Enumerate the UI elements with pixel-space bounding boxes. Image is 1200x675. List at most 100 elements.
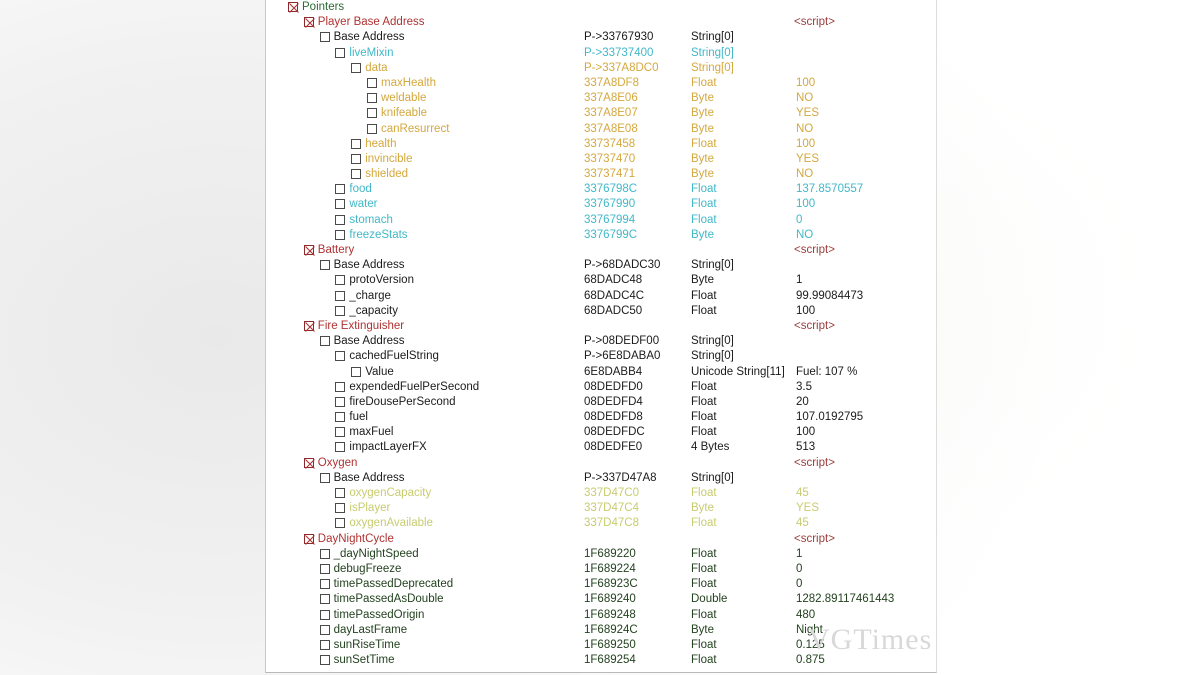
address-row[interactable]: Pointers <box>266 0 936 15</box>
checkbox-unchecked-icon[interactable] <box>335 290 346 301</box>
address-row[interactable]: timePassedDeprecated 1F68923C Float 0 <box>266 577 936 592</box>
checkbox-unchecked-icon[interactable] <box>319 548 330 559</box>
address-row[interactable]: sunSetTime 1F689254 Float 0.875 <box>266 653 936 668</box>
checkbox-unchecked-icon[interactable] <box>319 472 330 483</box>
row-value: 99.99084473 <box>796 289 864 302</box>
checkbox-unchecked-icon[interactable] <box>351 366 362 377</box>
checkbox-unchecked-icon[interactable] <box>335 518 346 529</box>
checkbox-unchecked-icon[interactable] <box>351 169 362 180</box>
row-type: Float <box>691 183 717 196</box>
address-row[interactable]: maxHealth 337A8DF8 Float 100 <box>266 76 936 91</box>
address-row[interactable]: timePassedAsDouble 1F689240 Double 1282.891… <box>266 592 936 607</box>
script-marker: <script> <box>794 456 835 469</box>
checkbox-unchecked-icon[interactable] <box>335 427 346 438</box>
address-row[interactable]: Base Address P->08DEDF00 String[0] <box>266 334 936 349</box>
row-address: P->337A8DC0 <box>584 61 659 74</box>
address-row[interactable]: Player Base Address <script> <box>266 15 936 30</box>
checkbox-unchecked-icon[interactable] <box>335 396 346 407</box>
address-row[interactable]: oxygenAvailable 337D47C8 Float 45 <box>266 516 936 531</box>
checkbox-unchecked-icon[interactable] <box>335 488 346 498</box>
row-type: 4 Bytes <box>691 441 730 454</box>
checkbox-unchecked-icon[interactable] <box>367 77 377 88</box>
address-row[interactable]: data P->337A8DC0 String[0] <box>266 61 936 76</box>
address-row[interactable]: maxFuel 08DEDFDC Float 100 <box>266 425 936 440</box>
address-row[interactable]: weldable 337A8E06 Byte NO <box>266 91 936 106</box>
checkbox-unchecked-icon[interactable] <box>319 594 330 605</box>
address-row[interactable]: Battery <script> <box>266 243 936 258</box>
checkbox-unchecked-icon[interactable] <box>351 138 362 149</box>
checkbox-unchecked-icon[interactable] <box>319 655 330 666</box>
address-row[interactable]: canResurrect 337A8E08 Byte NO <box>266 122 936 137</box>
checkbox-unchecked-icon[interactable] <box>335 199 346 210</box>
checkbox-checked-icon[interactable] <box>303 17 315 29</box>
address-row[interactable]: timePassedOrigin 1F689248 Float 480 <box>266 608 936 623</box>
address-row[interactable]: protoVersion 68DADC48 Byte 1 <box>266 273 936 288</box>
checkbox-unchecked-icon[interactable] <box>335 229 346 240</box>
address-row[interactable]: sunRiseTime 1F689250 Float 0.125 <box>266 638 936 653</box>
checkbox-unchecked-icon[interactable] <box>351 62 362 73</box>
row-label: Base Address <box>333 335 405 348</box>
row-value: NO <box>796 168 814 181</box>
address-row[interactable]: Value 6E8DABB4 Unicode String[11] Fuel: 107… <box>266 365 936 380</box>
checkbox-unchecked-icon[interactable] <box>319 260 330 271</box>
address-row[interactable]: Fire Extinguisher <script> <box>266 319 936 334</box>
row-label: timePassedAsDouble <box>333 593 444 606</box>
address-row[interactable]: oxygenCapacity 337D47C0 Float 45 <box>266 486 936 501</box>
checkbox-unchecked-icon[interactable] <box>335 412 346 423</box>
cheat-engine-address-list[interactable]: Pointers Player Base Address <script> Base … <box>265 0 937 673</box>
checkbox-unchecked-icon[interactable] <box>335 305 346 316</box>
address-row[interactable]: cachedFuelString P->6E8DABA0 String[0] <box>266 349 936 364</box>
address-row[interactable]: _charge 68DADC4C Float 99.99084473 <box>266 289 936 304</box>
row-type: Float <box>691 547 717 560</box>
address-row[interactable]: stomach 33767994 Float 0 <box>266 213 936 228</box>
address-row[interactable]: shielded 33737471 Byte NO <box>266 167 936 182</box>
address-row[interactable]: liveMixin P->33737400 String[0] <box>266 46 936 61</box>
address-row[interactable]: Base Address P->68DADC30 String[0] <box>266 258 936 273</box>
checkbox-unchecked-icon[interactable] <box>367 123 377 134</box>
checkbox-checked-icon[interactable] <box>303 320 315 332</box>
checkbox-unchecked-icon[interactable] <box>367 108 377 119</box>
address-row[interactable]: expendedFuelPerSecond 08DEDFD0 Float 3.5 <box>266 380 936 395</box>
checkbox-checked-icon[interactable] <box>303 457 315 469</box>
checkbox-unchecked-icon[interactable] <box>335 47 346 58</box>
checkbox-unchecked-icon[interactable] <box>335 503 346 514</box>
checkbox-unchecked-icon[interactable] <box>335 442 346 453</box>
checkbox-unchecked-icon[interactable] <box>335 184 346 195</box>
address-row[interactable]: _capacity 68DADC50 Float 100 <box>266 304 936 319</box>
checkbox-unchecked-icon[interactable] <box>319 563 330 574</box>
address-row[interactable]: Base Address P->33767930 String[0] <box>266 30 936 45</box>
row-address: 33737471 <box>584 168 636 181</box>
checkbox-unchecked-icon[interactable] <box>335 381 346 392</box>
address-row[interactable]: impactLayerFX 08DEDFE0 4 Bytes 513 <box>266 440 936 455</box>
checkbox-unchecked-icon[interactable] <box>319 336 330 347</box>
checkbox-unchecked-icon[interactable] <box>319 32 330 43</box>
address-row[interactable]: debugFreeze 1F689224 Float 0 <box>266 562 936 577</box>
address-row[interactable]: invincible 33737470 Byte YES <box>266 152 936 167</box>
address-row[interactable]: freezeStats 3376799C Byte NO <box>266 228 936 243</box>
address-row[interactable]: fuel 08DEDFD8 Float 107.0192795 <box>266 410 936 425</box>
address-row[interactable]: fireDousePerSecond 08DEDFD4 Float 20 <box>266 395 936 410</box>
checkbox-unchecked-icon[interactable] <box>319 624 330 635</box>
checkbox-checked-icon[interactable] <box>303 533 315 545</box>
address-row[interactable]: water 33767990 Float 100 <box>266 197 936 212</box>
checkbox-unchecked-icon[interactable] <box>319 639 330 650</box>
address-row[interactable]: DayNightCycle <script> <box>266 532 936 547</box>
checkbox-checked-icon[interactable] <box>303 245 315 256</box>
address-row[interactable]: _dayNightSpeed 1F689220 Float 1 <box>266 547 936 562</box>
address-row[interactable]: Base Address P->337D47A8 String[0] <box>266 471 936 486</box>
checkbox-unchecked-icon[interactable] <box>319 609 330 620</box>
checkbox-unchecked-icon[interactable] <box>335 214 346 225</box>
address-row[interactable]: dayLastFrame 1F68924C Byte Night <box>266 623 936 638</box>
address-row[interactable]: health 33737458 Float 100 <box>266 137 936 152</box>
row-value: 0 <box>796 578 803 591</box>
address-row[interactable]: Oxygen <script> <box>266 456 936 471</box>
address-row[interactable]: knifeable 337A8E07 Byte YES <box>266 106 936 121</box>
checkbox-unchecked-icon[interactable] <box>367 93 377 104</box>
address-row[interactable]: food 3376798C Float 137.8570557 <box>266 182 936 197</box>
checkbox-unchecked-icon[interactable] <box>335 351 346 362</box>
checkbox-unchecked-icon[interactable] <box>351 153 362 164</box>
checkbox-checked-icon[interactable] <box>288 2 299 13</box>
checkbox-unchecked-icon[interactable] <box>319 579 330 590</box>
address-row[interactable]: isPlayer 337D47C4 Byte YES <box>266 501 936 516</box>
checkbox-unchecked-icon[interactable] <box>335 275 346 286</box>
